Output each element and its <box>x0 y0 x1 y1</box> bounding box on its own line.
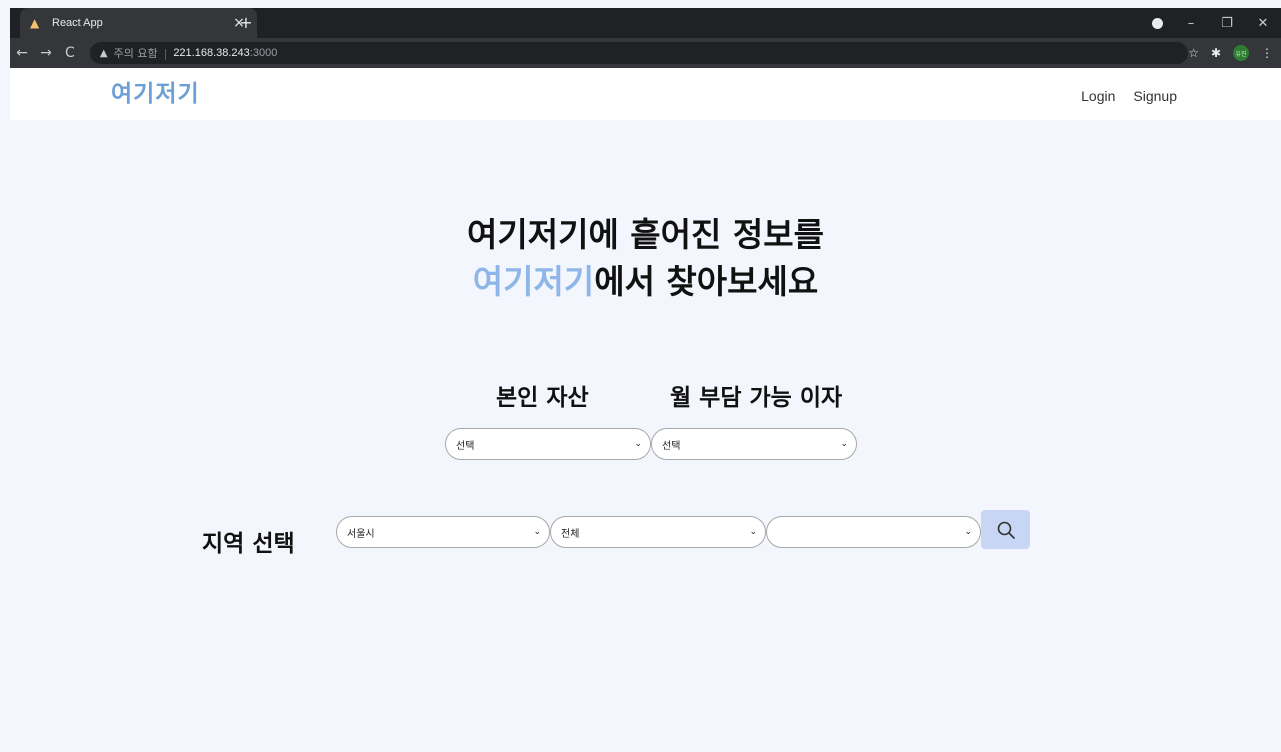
asset-select-value: 선택 <box>456 440 475 452</box>
address-bar[interactable]: ▲ 주의 요함 | 221.168.38.243 :3000 <box>89 42 1189 64</box>
browser-menu-icon[interactable]: ⋮ <box>1261 46 1273 60</box>
region-district-value: 전체 <box>561 528 580 540</box>
security-warning: 주의 요함 <box>113 47 158 60</box>
asset-label: 본인 자산 <box>496 385 589 411</box>
hero-title-line2: 여기저기에서 찾아보세요 <box>10 255 1281 303</box>
window-controls: – ❐ ✕ <box>1152 8 1281 38</box>
hero-title-rest: 에서 찾아보세요 <box>594 262 819 301</box>
reload-button[interactable]: C <box>58 45 82 61</box>
browser-toolbar: ← → C ▲ 주의 요함 | 221.168.38.243 :3000 ☆ ✱… <box>10 38 1281 68</box>
login-link[interactable]: Login <box>1081 88 1115 104</box>
browser-tab[interactable]: ▲ React App × <box>20 8 257 38</box>
interest-select-value: 선택 <box>662 440 681 452</box>
close-window-button[interactable]: ✕ <box>1245 16 1281 31</box>
region-label: 지역 선택 <box>202 531 295 557</box>
interest-select[interactable]: 선택 ⌄ <box>651 428 857 460</box>
site-logo[interactable]: 여기저기 <box>111 74 200 108</box>
url-port: :3000 <box>249 47 278 59</box>
search-button[interactable] <box>981 510 1030 549</box>
new-tab-button[interactable]: + <box>236 13 256 32</box>
region-district-select[interactable]: 전체 ⌄ <box>550 516 766 548</box>
minimize-button[interactable]: – <box>1173 16 1209 31</box>
back-button[interactable]: ← <box>10 45 34 61</box>
hero-brand-text: 여기저기 <box>472 262 595 301</box>
extensions-icon[interactable]: ✱ <box>1211 46 1221 60</box>
chevron-down-icon: ⌄ <box>749 527 757 537</box>
region-dong-select[interactable]: ⌄ <box>766 516 981 548</box>
search-icon <box>997 521 1015 539</box>
profile-menu-icon[interactable] <box>1152 17 1163 29</box>
asset-select[interactable]: 선택 ⌄ <box>445 428 651 460</box>
chevron-down-icon: ⌄ <box>533 527 541 537</box>
chevron-down-icon: ⌄ <box>634 439 642 449</box>
url-separator: | <box>163 46 168 60</box>
header-nav: Login Signup <box>1081 88 1177 104</box>
toolbar-right: ☆ ✱ 유진 ⋮ <box>1188 45 1281 61</box>
tab-title: React App <box>52 17 103 29</box>
app-header: 여기저기 Login Signup <box>10 68 1281 120</box>
maximize-button[interactable]: ❐ <box>1209 16 1245 31</box>
region-city-select[interactable]: 서울시 ⌄ <box>336 516 550 548</box>
chevron-down-icon: ⌄ <box>964 527 972 537</box>
house-icon: ▲ <box>30 16 40 30</box>
signup-link[interactable]: Signup <box>1133 88 1177 104</box>
main-hero: 여기저기에 흩어진 정보를 여기저기에서 찾아보세요 본인 자산 월 부담 가능… <box>10 120 1281 752</box>
url-host: 221.168.38.243 <box>173 47 250 59</box>
forward-button[interactable]: → <box>34 45 58 61</box>
bookmark-star-icon[interactable]: ☆ <box>1188 46 1199 60</box>
chevron-down-icon: ⌄ <box>840 439 848 449</box>
region-city-value: 서울시 <box>347 528 375 540</box>
browser-tabstrip: ▲ React App × + – ❐ ✕ <box>10 8 1281 38</box>
profile-avatar[interactable]: 유진 <box>1233 45 1250 61</box>
interest-label: 월 부담 가능 이자 <box>670 385 843 411</box>
hero-title-line1: 여기저기에 흩어진 정보를 <box>467 215 824 254</box>
warning-icon: ▲ <box>99 47 108 59</box>
